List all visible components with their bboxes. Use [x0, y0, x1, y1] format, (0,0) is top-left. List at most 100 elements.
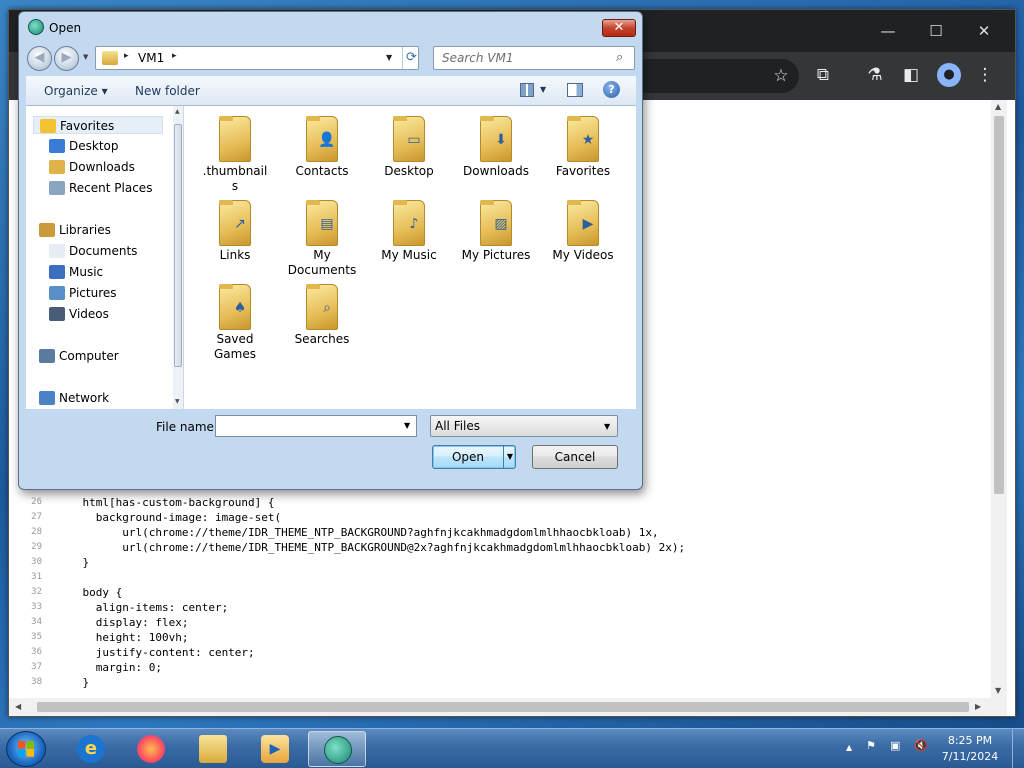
scroll-right-icon[interactable]: ▶ [975, 702, 981, 711]
line-number: 35 [31, 632, 42, 642]
chevron-down-icon[interactable]: ▼ [386, 53, 392, 62]
navigation-row: ◀ ▶ ▼ ▸ VM1 ▸ ▼ ⟳ Search VM1 ⌕ [27, 44, 635, 72]
search-icon[interactable]: ⌕ [616, 50, 623, 65]
show-desktop-button[interactable] [1012, 729, 1024, 768]
taskbar-active-app[interactable] [308, 731, 366, 767]
horizontal-scroll-thumb[interactable] [37, 702, 969, 712]
nav-item-label: Desktop [69, 139, 119, 153]
show-hidden-icons[interactable]: ▲ [846, 743, 852, 752]
folder-badge-icon: ▤ [320, 216, 334, 232]
forward-button[interactable]: ▶ [54, 46, 79, 71]
horizontal-scrollbar[interactable]: ◀ ▶ [9, 698, 1007, 716]
folder-item[interactable]: ★ Favorites [542, 114, 624, 179]
menu-icon[interactable]: ⋮ [973, 63, 997, 87]
open-split-dropdown-icon[interactable]: ▼ [503, 446, 516, 468]
close-icon[interactable]: ✕ [961, 18, 1007, 44]
folder-item[interactable]: ↗ Links [194, 198, 276, 263]
close-button[interactable]: ✕ [602, 19, 636, 37]
cancel-button[interactable]: Cancel [532, 445, 618, 469]
scroll-up-icon[interactable]: ▲ [995, 102, 1001, 111]
nav-item-label: Videos [69, 307, 109, 321]
network-icon[interactable]: ▣ [890, 739, 900, 752]
nav-scroll-thumb[interactable] [174, 124, 182, 367]
folder-item[interactable]: ▶ My Videos [542, 198, 624, 263]
address-breadcrumb[interactable]: ▸ VM1 ▸ ▼ ⟳ [95, 46, 419, 70]
labs-icon[interactable]: ⚗ [863, 63, 887, 87]
scroll-down-icon[interactable]: ▼ [995, 686, 1001, 695]
pictures-folder-icon: ▨ [480, 200, 512, 246]
flag-icon[interactable]: ⚑ [866, 739, 876, 752]
view-dropdown-icon[interactable]: ▼ [540, 85, 546, 94]
chevron-down-icon[interactable]: ▼ [404, 421, 410, 430]
line-number: 29 [31, 542, 42, 552]
file-name-input[interactable]: ▼ [215, 415, 417, 437]
folder-label: My Pictures [461, 248, 531, 262]
open-dialog: Open ✕ ◀ ▶ ▼ ▸ VM1 ▸ ▼ ⟳ Search VM1 ⌕ Or… [18, 11, 643, 490]
clock[interactable]: 8:25 PM 7/11/2024 [934, 733, 1006, 765]
scroll-down-icon[interactable]: ▼ [175, 398, 180, 405]
start-button[interactable] [6, 731, 46, 767]
code-line: 37 margin: 0; [9, 660, 991, 675]
code-line: 29 url(chrome://theme/IDR_THEME_NTP_BACK… [9, 540, 991, 555]
nav-scrollbar[interactable]: ▲ ▼ [173, 106, 183, 409]
bookmark-star-icon[interactable]: ☆ [769, 64, 793, 88]
taskbar-media-player[interactable]: ▶ [246, 731, 304, 767]
breadcrumb-separator[interactable]: ▸ [124, 51, 129, 61]
folder-item[interactable]: ▨ My Pictures [455, 198, 537, 263]
videos-folder-icon: ▶ [567, 200, 599, 246]
search-input[interactable]: Search VM1 ⌕ [433, 46, 635, 70]
clock-date: 7/11/2024 [941, 750, 999, 763]
help-icon[interactable]: ? [603, 81, 620, 98]
new-folder-button[interactable]: New folder [135, 84, 200, 98]
app-icon [324, 736, 352, 764]
nav-item-favorites[interactable]: Favorites [33, 116, 163, 134]
folder-label: Searches [294, 332, 350, 346]
organize-button[interactable]: Organize ▾ [44, 84, 108, 98]
taskbar-firefox[interactable] [122, 731, 180, 767]
dialog-titlebar[interactable]: Open ✕ [19, 12, 642, 40]
maximize-icon[interactable]: ☐ [913, 18, 959, 44]
line-text: height: 100vh; [56, 631, 189, 644]
taskbar-explorer[interactable] [184, 731, 242, 767]
folder-item[interactable]: ▭ Desktop [368, 114, 450, 179]
code-line: 38 } [9, 675, 991, 690]
folder-item[interactable]: 👤 Contacts [281, 114, 363, 179]
extensions-icon[interactable]: ⧉ [811, 63, 835, 87]
recent-pages-dropdown-icon[interactable]: ▼ [83, 53, 88, 61]
nav-item-label: Documents [69, 244, 138, 258]
folder-item[interactable]: ♪ My Music [368, 198, 450, 263]
minimize-icon[interactable]: — [865, 18, 911, 44]
line-number: 34 [31, 617, 42, 627]
nav-item-label: Libraries [59, 223, 111, 237]
breadcrumb-separator[interactable]: ▸ [172, 51, 177, 61]
search-placeholder: Search VM1 [442, 51, 514, 65]
folder-item[interactable]: ♠ Saved Games [194, 282, 276, 362]
refresh-icon[interactable]: ⟳ [402, 47, 420, 69]
change-view-icon[interactable] [520, 83, 534, 97]
taskbar: e ▶ ▲ ⚑ ▣ 🔇 8:25 PM 7/11/2024 [0, 728, 1024, 768]
back-button[interactable]: ◀ [27, 46, 52, 71]
vertical-scrollbar[interactable]: ▲ ▼ [991, 100, 1007, 698]
profile-icon[interactable]: ● [937, 63, 961, 87]
preview-pane-icon[interactable] [567, 83, 583, 97]
folder-item[interactable]: .thumbnail s [194, 114, 276, 194]
documents-icon [49, 244, 65, 258]
line-number: 30 [31, 557, 42, 567]
open-button[interactable]: Open ▼ [432, 445, 516, 469]
favorites-folder-icon: ★ [567, 116, 599, 162]
line-text: body { [56, 586, 123, 599]
folder-item[interactable]: ⬇ Downloads [455, 114, 537, 179]
scroll-left-icon[interactable]: ◀ [15, 702, 21, 711]
chevron-down-icon[interactable]: ▼ [604, 422, 610, 431]
nav-item-label: Network [59, 391, 110, 405]
taskbar-internet-explorer[interactable]: e [62, 731, 120, 767]
volume-icon[interactable]: 🔇 [914, 739, 928, 752]
breadcrumb-vm1[interactable]: VM1 [138, 51, 164, 65]
scroll-up-icon[interactable]: ▲ [175, 108, 180, 115]
code-line: 31 [9, 570, 991, 585]
folder-item[interactable]: ⌕ Searches [281, 282, 363, 347]
sidepanel-icon[interactable]: ◧ [899, 63, 923, 87]
folder-item[interactable]: ▤ My Documents [281, 198, 363, 278]
vertical-scroll-thumb[interactable] [994, 116, 1004, 494]
file-type-select[interactable]: All Files ▼ [430, 415, 618, 437]
